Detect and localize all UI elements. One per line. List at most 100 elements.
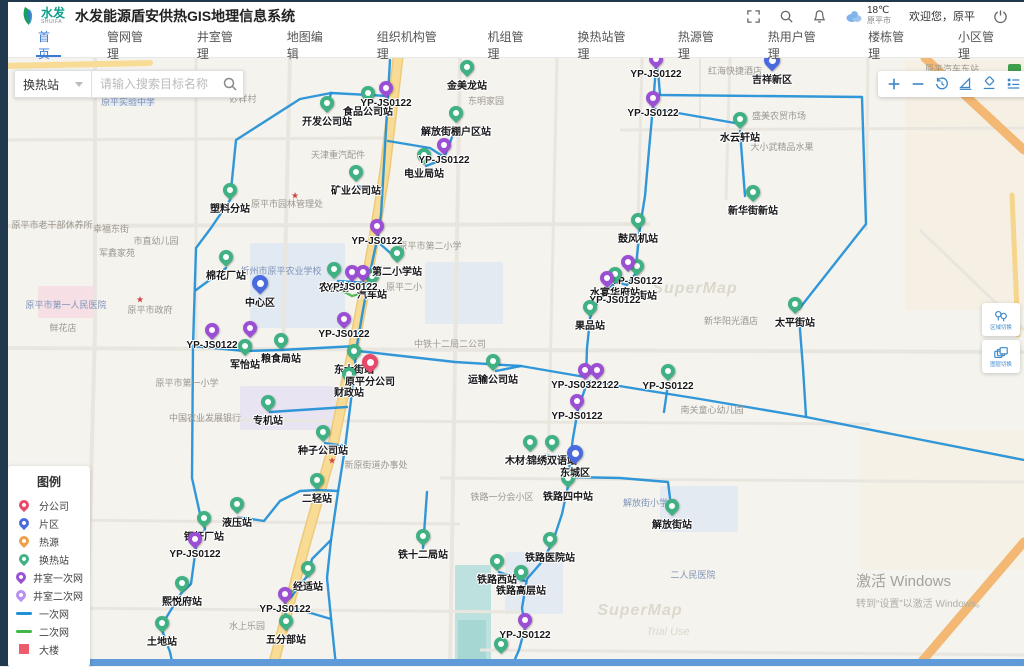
legend-line-icon (16, 630, 32, 633)
side-button-区域切换[interactable]: 区域切换 (982, 303, 1020, 336)
legend-item-二次网: 二次网 (16, 622, 82, 640)
marker-label: 液压站 (222, 514, 252, 529)
windows-activation-watermark: 激活 Windows 转到“设置”以激活 Windows。 (856, 570, 986, 610)
pin-dot (374, 223, 380, 229)
pin-dot (574, 398, 580, 404)
marker-label: 新华街新站 (728, 202, 778, 217)
pin-dot (305, 565, 311, 571)
nav-tab-地图编辑[interactable]: 地图编辑 (263, 32, 353, 57)
marker-label: 种子公司站 (298, 442, 348, 457)
pin-dot (494, 558, 500, 564)
poi-star-icon: ★ (328, 457, 336, 466)
legend-rows: 分公司片区热源换热站井室一次网井室二次网一次网二次网大楼 (16, 496, 82, 658)
pin-dot (283, 618, 289, 624)
marker-label: 运输公司站 (468, 371, 518, 386)
side-button-label: 区域切换 (990, 325, 1012, 330)
basemap-label: 中国农业发展银行 (169, 411, 241, 424)
pin-dot (282, 591, 288, 597)
basemap-label: 原平市政府 (127, 303, 172, 316)
pin-dot (420, 533, 426, 539)
pin-dot (353, 169, 359, 175)
pin-dot (635, 217, 641, 223)
legend-pin-icon (17, 534, 31, 548)
marker-label: YP-JS0122 (259, 604, 310, 615)
basemap-label: 鲜花店 (49, 321, 76, 334)
side-button-图层切换[interactable]: 图层切换 (982, 340, 1020, 373)
marker-label: YP-JS0122 (169, 549, 220, 560)
fullscreen-icon[interactable] (746, 9, 761, 24)
nav-tab-机组管理[interactable]: 机组管理 (464, 32, 554, 57)
search-icon[interactable] (779, 9, 794, 24)
welcome-text: 欢迎您，原平 (909, 8, 975, 24)
nav-tab-楼栋管理[interactable]: 楼栋管理 (844, 32, 934, 57)
basemap-label: 忻州市原平农业学校 (240, 264, 321, 277)
app-logo: 水发 SHUIFA (20, 6, 65, 26)
zoom-out-icon[interactable] (908, 74, 928, 94)
legend-item-一次网: 一次网 (16, 604, 82, 622)
marker-label: 熙悦府站 (162, 593, 202, 608)
legend-item-label: 片区 (39, 516, 59, 531)
marker-label: YP-JS0122 (627, 108, 678, 119)
pin-dot (314, 477, 320, 483)
marker-label: 第二小学站 (372, 263, 422, 278)
marker-label: YP-JS0122 (326, 282, 377, 293)
bell-icon[interactable] (812, 9, 827, 24)
nav-tab-小区管理[interactable]: 小区管理 (934, 32, 1024, 57)
legend-line-icon (16, 612, 32, 615)
pin-dot (242, 343, 248, 349)
nav-tab-管网管理[interactable]: 管网管理 (83, 32, 173, 57)
marker-label: 鼓风机站 (618, 230, 658, 245)
marker-label: 铁十二局站 (398, 546, 448, 561)
marker-label: 专机站 (253, 412, 283, 427)
nav-tab-热用户管理[interactable]: 热用户管理 (744, 32, 844, 57)
nav-tab-换热站管理[interactable]: 换热站管理 (553, 32, 653, 57)
pin-dot (201, 515, 207, 521)
legend-item-label: 一次网 (39, 606, 69, 621)
marker-label: 铁路高层站 (496, 582, 546, 597)
basemap-label: Trial Use (646, 626, 689, 638)
pin-dot (179, 580, 185, 586)
logout-icon[interactable] (993, 9, 1008, 24)
legend-item-label: 热源 (39, 534, 59, 549)
map-legend: 图例 分公司片区热源换热站井室一次网井室二次网一次网二次网大楼 (8, 466, 90, 667)
map-canvas[interactable]: 原平实验中学妙样村天津重汽配件原平市园林管理处原平市第二小学原平二小忻州市原平农… (0, 0, 1024, 666)
marker-label: 果品站 (575, 317, 605, 332)
basemap-label: 原平市第一小学 (155, 376, 218, 389)
shuifa-logo-icon (20, 6, 36, 26)
activation-line2: 转到“设置”以激活 Windows。 (856, 595, 986, 610)
measure-icon[interactable] (956, 74, 976, 94)
basemap-label: 军鑫家苑 (99, 246, 135, 259)
basemap-label: 原平市老干部休养所 (11, 218, 92, 231)
weather-widget[interactable]: 18℃ 原平市 (845, 6, 891, 26)
pin-dot (192, 536, 198, 542)
marker-label: 水云轩站 (720, 129, 760, 144)
history-icon[interactable] (932, 74, 952, 94)
pin-dot (320, 429, 326, 435)
basemap-label: 中铁十二局二公司 (414, 337, 486, 350)
pin-dot (792, 301, 798, 307)
basemap-label: 新原街道办事处 (344, 458, 407, 471)
top-edge-strip (0, 0, 1024, 2)
basemap-label: 水上乐园 (229, 619, 265, 632)
map-search-control: 换热站 (14, 70, 244, 98)
search-category-select[interactable]: 换热站 (14, 70, 92, 98)
pin-dot (518, 569, 524, 575)
layer-list-icon[interactable] (1004, 74, 1024, 94)
pin-dot (604, 275, 610, 281)
zoom-in-icon[interactable] (884, 74, 904, 94)
basemap-label: 原平二小 (386, 280, 422, 293)
nav-tab-热源管理[interactable]: 热源管理 (654, 32, 744, 57)
nav-tab-组织机构管理[interactable]: 组织机构管理 (353, 32, 464, 57)
nav-tab-首页[interactable]: 首页 (14, 32, 83, 57)
clear-icon[interactable] (980, 74, 1000, 94)
nav-tab-井室管理[interactable]: 井室管理 (173, 32, 263, 57)
poi-star-icon: ★ (136, 296, 144, 305)
marker-label: 解放街棚户区站 (421, 123, 491, 138)
pin-dot (223, 254, 229, 260)
basemap-label: 盛美农贸市场 (752, 109, 806, 122)
marker-label: 东城区 (560, 464, 590, 479)
legend-item-label: 大楼 (39, 642, 59, 657)
marker-label: 吉祥新区 (752, 71, 792, 86)
marker-label: 棉花厂站 (206, 267, 246, 282)
search-icon[interactable] (222, 76, 238, 92)
